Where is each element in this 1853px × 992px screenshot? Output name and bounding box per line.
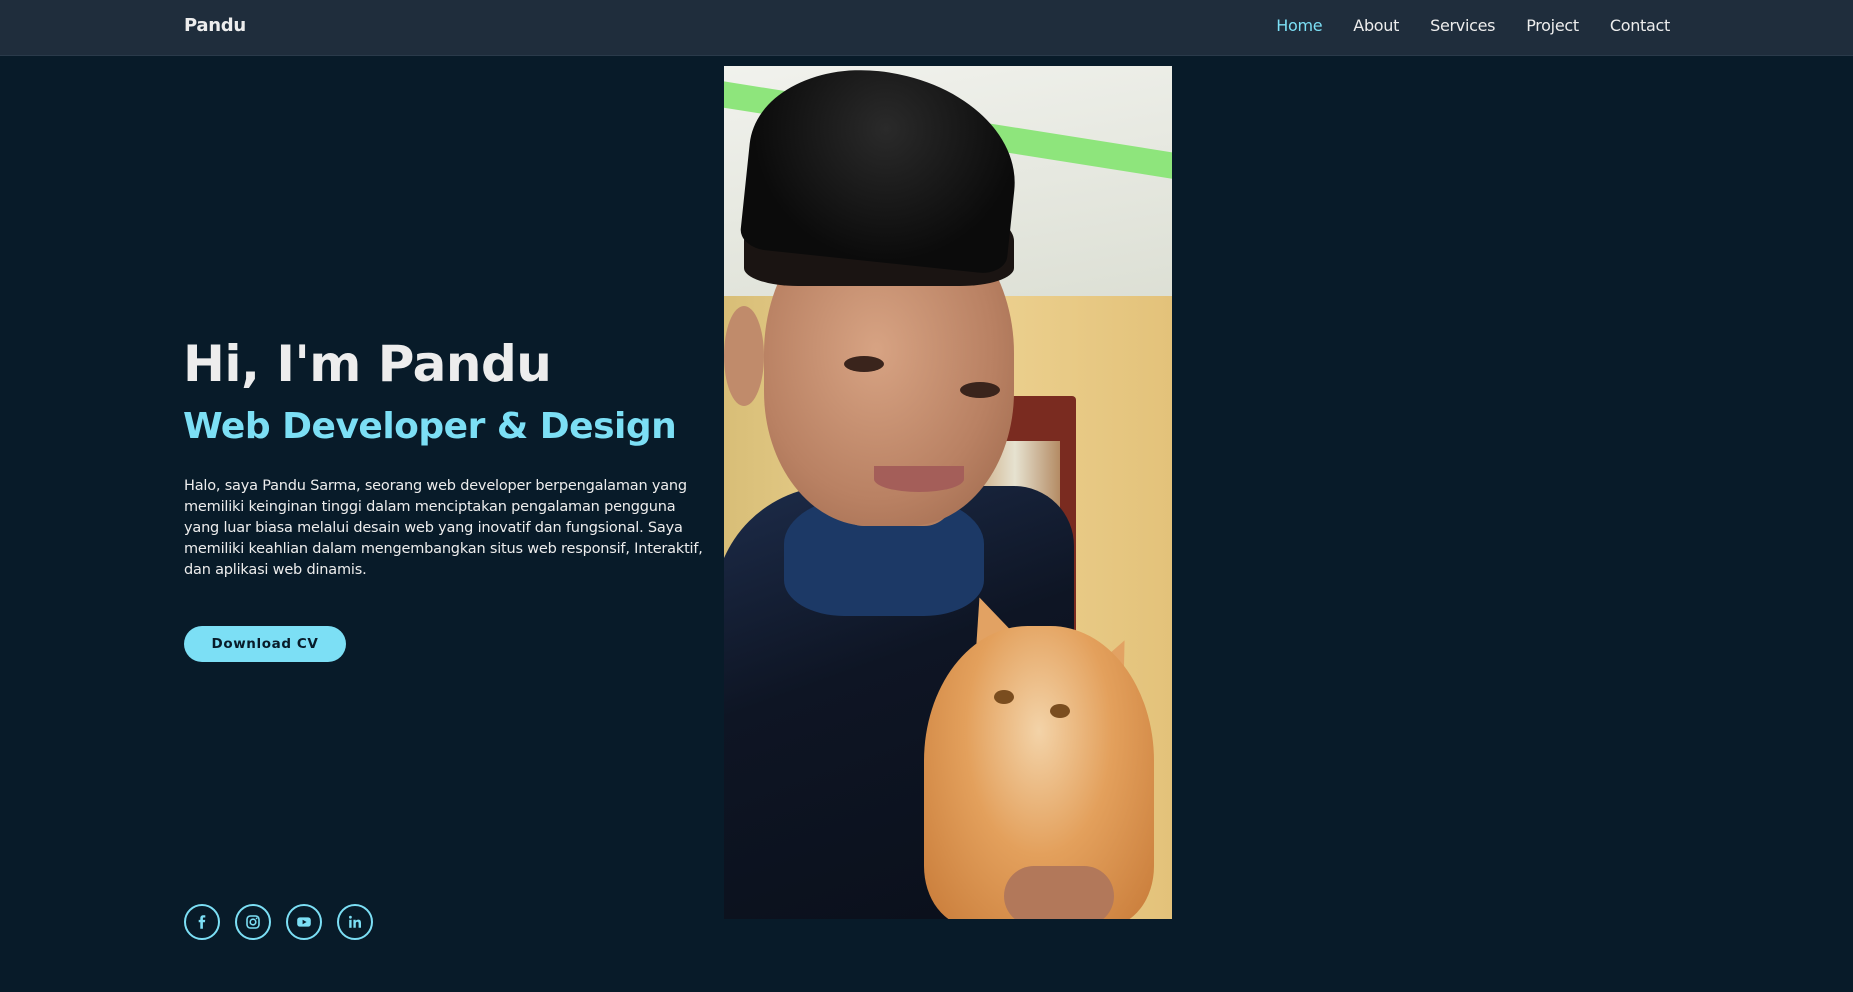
photo-person-mouth [874,466,964,492]
photo-cat-eye-left [994,690,1014,704]
youtube-link[interactable] [286,904,322,940]
hero-description: Halo, saya Pandu Sarma, seorang web deve… [184,478,703,578]
nav-link-services[interactable]: Services [1430,16,1495,35]
photo-person-eye-left [844,356,884,372]
photo-person-eye-right [960,382,1000,398]
hero-subtitle: Web Developer & Design [183,406,677,447]
facebook-link[interactable] [184,904,220,940]
photo-person-arm [1004,866,1114,919]
instagram-icon [246,915,260,929]
social-links [184,904,373,940]
nav-link-about[interactable]: About [1353,16,1399,35]
download-cv-button[interactable]: Download CV [184,626,346,662]
nav-link-contact[interactable]: Contact [1610,16,1670,35]
facebook-icon [198,915,206,929]
logo[interactable]: Pandu [184,15,246,36]
navbar: Pandu Home About Services Project Contac… [0,0,1853,56]
instagram-link[interactable] [235,904,271,940]
youtube-icon [297,917,311,927]
nav-link-home[interactable]: Home [1276,16,1322,35]
photo-cat-eye-right [1050,704,1070,718]
photo-person-ear [724,306,764,406]
linkedin-link[interactable] [337,904,373,940]
profile-photo [724,66,1172,919]
linkedin-icon [349,915,361,928]
nav-links: Home About Services Project Contact [1276,16,1670,35]
nav-link-project[interactable]: Project [1526,16,1579,35]
hero-title: Hi, I'm Pandu [183,335,552,393]
